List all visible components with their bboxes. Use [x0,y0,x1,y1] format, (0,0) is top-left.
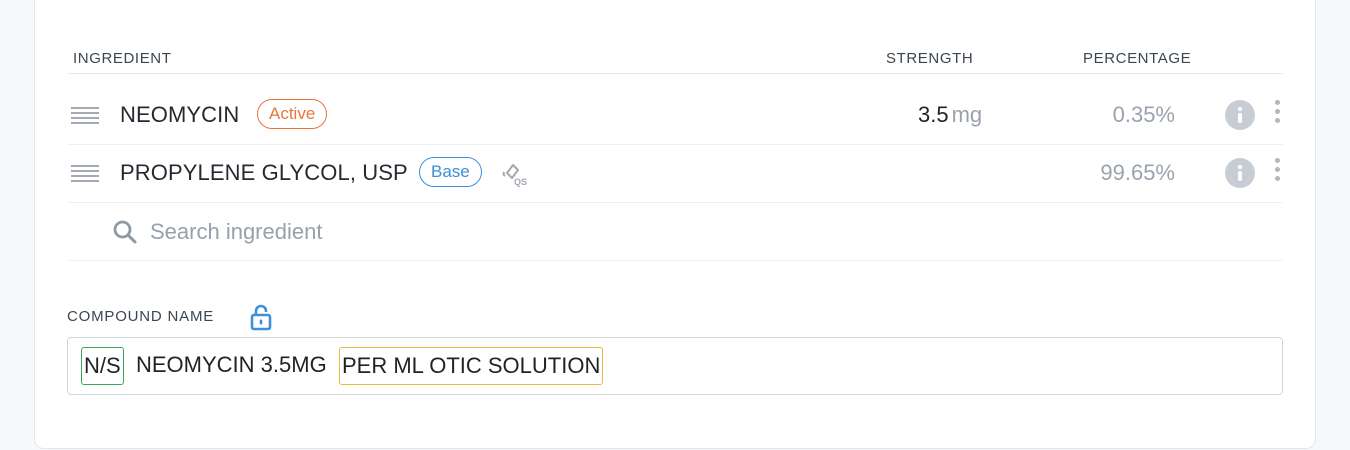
ingredient-search-row [68,203,1283,261]
compound-main-text: NEOMYCIN 3.5MG [136,352,327,377]
compound-sig-token[interactable]: PER ML OTIC SOLUTION [339,347,604,385]
info-icon[interactable] [1225,158,1255,188]
drag-handle-icon[interactable] [71,107,99,125]
drag-handle-icon[interactable] [71,165,99,183]
active-badge: Active [257,99,328,129]
more-options-icon[interactable] [1268,100,1286,130]
ingredient-row-neomycin: NEOMYCIN Active 3.5 mg 0.35% [68,87,1283,145]
search-icon [113,220,137,244]
base-badge: Base [419,157,482,187]
column-header-percentage: PERCENTAGE [1083,50,1192,67]
ingredients-table-header: INGREDIENT STRENGTH PERCENTAGE [68,48,1283,74]
more-options-icon[interactable] [1268,158,1286,188]
ingredient-name: NEOMYCIN [120,102,240,127]
strength-value: 3.5 [918,102,949,127]
column-header-strength: STRENGTH [886,50,974,67]
compound-name-field[interactable]: N/S NEOMYCIN 3.5MG PER ML OTIC SOLUTION [67,337,1283,395]
search-ingredient-input[interactable] [148,213,752,251]
compound-name-label: COMPOUND NAME [67,308,215,325]
percentage-value: 0.35% [1112,102,1175,127]
column-header-ingredient: INGREDIENT [73,50,172,67]
ingredient-name: PROPYLENE GLYCOL, USP [120,160,408,185]
info-icon[interactable] [1225,100,1255,130]
svg-text:QS: QS [514,177,527,187]
lock-open-icon[interactable] [249,303,273,331]
strength-cell[interactable]: 3.5 mg [918,102,982,128]
qs-icon[interactable]: QS [499,159,529,189]
percentage-value: 99.65% [1100,160,1175,185]
strength-unit: mg [951,102,983,127]
compound-prefix-token[interactable]: N/S [81,347,124,385]
ingredient-row-propylene-glycol: PROPYLENE GLYCOL, USP Base QS 99.65% [68,145,1283,203]
